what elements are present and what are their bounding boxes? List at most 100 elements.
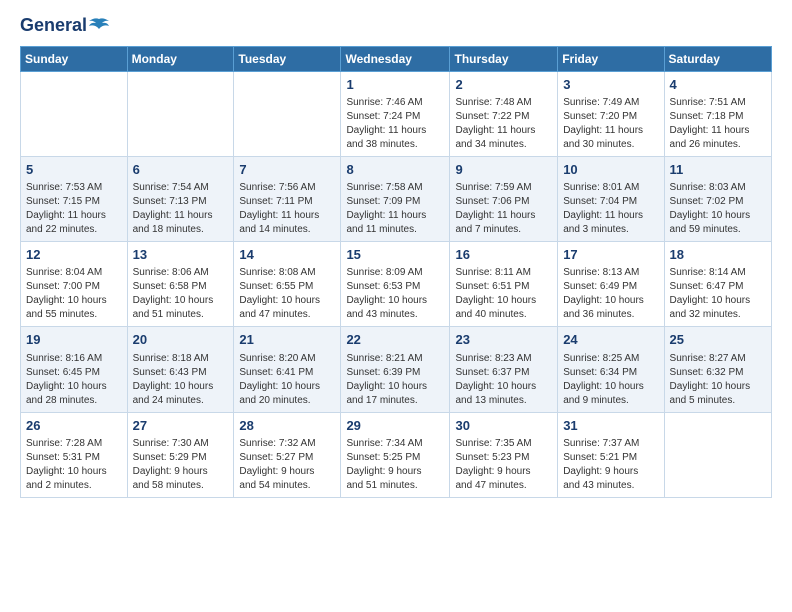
calendar-cell: 2 Sunrise: 7:48 AM Sunset: 7:22 PM Daylig… <box>450 71 558 156</box>
calendar-cell: 20 Sunrise: 8:18 AM Sunset: 6:43 PM Dayli… <box>127 327 234 412</box>
calendar-cell: 11 Sunrise: 8:03 AM Sunset: 7:02 PM Dayli… <box>664 156 771 241</box>
day-info: Sunrise: 7:53 AM Sunset: 7:15 PM Dayligh… <box>26 182 106 235</box>
calendar-cell: 15 Sunrise: 8:09 AM Sunset: 6:53 PM Dayli… <box>341 242 450 327</box>
day-number: 25 <box>670 331 766 349</box>
day-info: Sunrise: 8:11 AM Sunset: 6:51 PM Dayligh… <box>455 267 536 320</box>
calendar-cell: 25 Sunrise: 8:27 AM Sunset: 6:32 PM Dayli… <box>664 327 771 412</box>
day-info: Sunrise: 8:20 AM Sunset: 6:41 PM Dayligh… <box>239 353 320 406</box>
day-number: 15 <box>346 246 444 264</box>
day-info: Sunrise: 7:34 AM Sunset: 5:25 PM Dayligh… <box>346 438 422 491</box>
page: General SundayMondayTuesdayWednesdayThur… <box>0 0 792 612</box>
weekday-header-thursday: Thursday <box>450 46 558 71</box>
calendar-cell: 5 Sunrise: 7:53 AM Sunset: 7:15 PM Daylig… <box>21 156 128 241</box>
calendar-cell <box>234 71 341 156</box>
calendar-week-4: 19Sunrise: 8:16 AM Sunset: 6:45 PM Dayli… <box>21 327 772 412</box>
day-info: Sunrise: 8:14 AM Sunset: 6:47 PM Dayligh… <box>670 267 751 320</box>
day-info: Sunrise: 8:06 AM Sunset: 6:58 PM Dayligh… <box>133 267 214 320</box>
day-number: 19 <box>26 331 122 349</box>
day-number: 5 <box>26 161 122 179</box>
day-number: 30 <box>455 417 552 435</box>
day-number: 28 <box>239 417 335 435</box>
calendar-cell: 26Sunrise: 7:28 AM Sunset: 5:31 PM Dayli… <box>21 412 128 497</box>
day-number: 13 <box>133 246 229 264</box>
day-number: 6 <box>133 161 229 179</box>
calendar-cell: 4 Sunrise: 7:51 AM Sunset: 7:18 PM Daylig… <box>664 71 771 156</box>
calendar-cell: 8Sunrise: 7:58 AM Sunset: 7:09 PM Daylig… <box>341 156 450 241</box>
day-number: 24 <box>563 331 658 349</box>
calendar-week-5: 26Sunrise: 7:28 AM Sunset: 5:31 PM Dayli… <box>21 412 772 497</box>
logo-general: General <box>20 15 87 35</box>
calendar-cell <box>664 412 771 497</box>
day-info: Sunrise: 7:51 AM Sunset: 7:18 PM Dayligh… <box>670 97 750 150</box>
calendar-cell: 29Sunrise: 7:34 AM Sunset: 5:25 PM Dayli… <box>341 412 450 497</box>
day-number: 21 <box>239 331 335 349</box>
calendar-header-row: SundayMondayTuesdayWednesdayThursdayFrid… <box>21 46 772 71</box>
day-info: Sunrise: 8:03 AM Sunset: 7:02 PM Dayligh… <box>670 182 751 235</box>
day-number: 4 <box>670 76 766 94</box>
weekday-header-monday: Monday <box>127 46 234 71</box>
day-info: Sunrise: 8:01 AM Sunset: 7:04 PM Dayligh… <box>563 182 643 235</box>
day-number: 26 <box>26 417 122 435</box>
calendar-cell: 19Sunrise: 8:16 AM Sunset: 6:45 PM Dayli… <box>21 327 128 412</box>
calendar-cell: 6Sunrise: 7:54 AM Sunset: 7:13 PM Daylig… <box>127 156 234 241</box>
day-number: 3 <box>563 76 658 94</box>
day-info: Sunrise: 7:35 AM Sunset: 5:23 PM Dayligh… <box>455 438 531 491</box>
day-info: Sunrise: 7:48 AM Sunset: 7:22 PM Dayligh… <box>455 97 535 150</box>
calendar-cell: 27Sunrise: 7:30 AM Sunset: 5:29 PM Dayli… <box>127 412 234 497</box>
day-number: 10 <box>563 161 658 179</box>
day-info: Sunrise: 7:59 AM Sunset: 7:06 PM Dayligh… <box>455 182 535 235</box>
day-number: 31 <box>563 417 658 435</box>
day-info: Sunrise: 7:56 AM Sunset: 7:11 PM Dayligh… <box>239 182 319 235</box>
day-info: Sunrise: 8:23 AM Sunset: 6:37 PM Dayligh… <box>455 353 536 406</box>
day-number: 12 <box>26 246 122 264</box>
weekday-header-saturday: Saturday <box>664 46 771 71</box>
logo-bird-icon <box>89 17 109 31</box>
day-number: 7 <box>239 161 335 179</box>
calendar-cell: 22 Sunrise: 8:21 AM Sunset: 6:39 PM Dayli… <box>341 327 450 412</box>
day-info: Sunrise: 8:09 AM Sunset: 6:53 PM Dayligh… <box>346 267 427 320</box>
day-number: 18 <box>670 246 766 264</box>
day-info: Sunrise: 7:30 AM Sunset: 5:29 PM Dayligh… <box>133 438 209 491</box>
day-number: 14 <box>239 246 335 264</box>
day-number: 16 <box>455 246 552 264</box>
calendar-cell: 23 Sunrise: 8:23 AM Sunset: 6:37 PM Dayli… <box>450 327 558 412</box>
calendar-week-3: 12 Sunrise: 8:04 AM Sunset: 7:00 PM Dayli… <box>21 242 772 327</box>
weekday-header-sunday: Sunday <box>21 46 128 71</box>
calendar-week-1: 1 Sunrise: 7:46 AM Sunset: 7:24 PM Daylig… <box>21 71 772 156</box>
day-info: Sunrise: 8:21 AM Sunset: 6:39 PM Dayligh… <box>346 353 427 406</box>
logo-text: General <box>20 16 109 36</box>
day-number: 11 <box>670 161 766 179</box>
calendar-cell <box>21 71 128 156</box>
day-number: 20 <box>133 331 229 349</box>
calendar-cell: 9 Sunrise: 7:59 AM Sunset: 7:06 PM Daylig… <box>450 156 558 241</box>
day-info: Sunrise: 7:37 AM Sunset: 5:21 PM Dayligh… <box>563 438 639 491</box>
calendar-cell: 17Sunrise: 8:13 AM Sunset: 6:49 PM Dayli… <box>558 242 664 327</box>
calendar-cell: 24 Sunrise: 8:25 AM Sunset: 6:34 PM Dayli… <box>558 327 664 412</box>
logo: General <box>20 16 109 36</box>
day-number: 23 <box>455 331 552 349</box>
header: General <box>20 16 772 36</box>
calendar-cell: 14Sunrise: 8:08 AM Sunset: 6:55 PM Dayli… <box>234 242 341 327</box>
day-info: Sunrise: 8:25 AM Sunset: 6:34 PM Dayligh… <box>563 353 644 406</box>
day-number: 2 <box>455 76 552 94</box>
calendar-cell <box>127 71 234 156</box>
day-info: Sunrise: 8:27 AM Sunset: 6:32 PM Dayligh… <box>670 353 751 406</box>
calendar-week-2: 5 Sunrise: 7:53 AM Sunset: 7:15 PM Daylig… <box>21 156 772 241</box>
weekday-header-friday: Friday <box>558 46 664 71</box>
calendar-cell: 28 Sunrise: 7:32 AM Sunset: 5:27 PM Dayli… <box>234 412 341 497</box>
calendar-cell: 1 Sunrise: 7:46 AM Sunset: 7:24 PM Daylig… <box>341 71 450 156</box>
day-info: Sunrise: 7:32 AM Sunset: 5:27 PM Dayligh… <box>239 438 315 491</box>
day-info: Sunrise: 7:46 AM Sunset: 7:24 PM Dayligh… <box>346 97 426 150</box>
day-number: 9 <box>455 161 552 179</box>
calendar-cell: 30 Sunrise: 7:35 AM Sunset: 5:23 PM Dayli… <box>450 412 558 497</box>
day-number: 1 <box>346 76 444 94</box>
day-info: Sunrise: 8:18 AM Sunset: 6:43 PM Dayligh… <box>133 353 214 406</box>
weekday-header-wednesday: Wednesday <box>341 46 450 71</box>
calendar-cell: 13 Sunrise: 8:06 AM Sunset: 6:58 PM Dayli… <box>127 242 234 327</box>
day-number: 17 <box>563 246 658 264</box>
calendar-cell: 18 Sunrise: 8:14 AM Sunset: 6:47 PM Dayli… <box>664 242 771 327</box>
day-info: Sunrise: 8:04 AM Sunset: 7:00 PM Dayligh… <box>26 267 107 320</box>
calendar-table: SundayMondayTuesdayWednesdayThursdayFrid… <box>20 46 772 498</box>
calendar-cell: 12 Sunrise: 8:04 AM Sunset: 7:00 PM Dayli… <box>21 242 128 327</box>
day-number: 22 <box>346 331 444 349</box>
